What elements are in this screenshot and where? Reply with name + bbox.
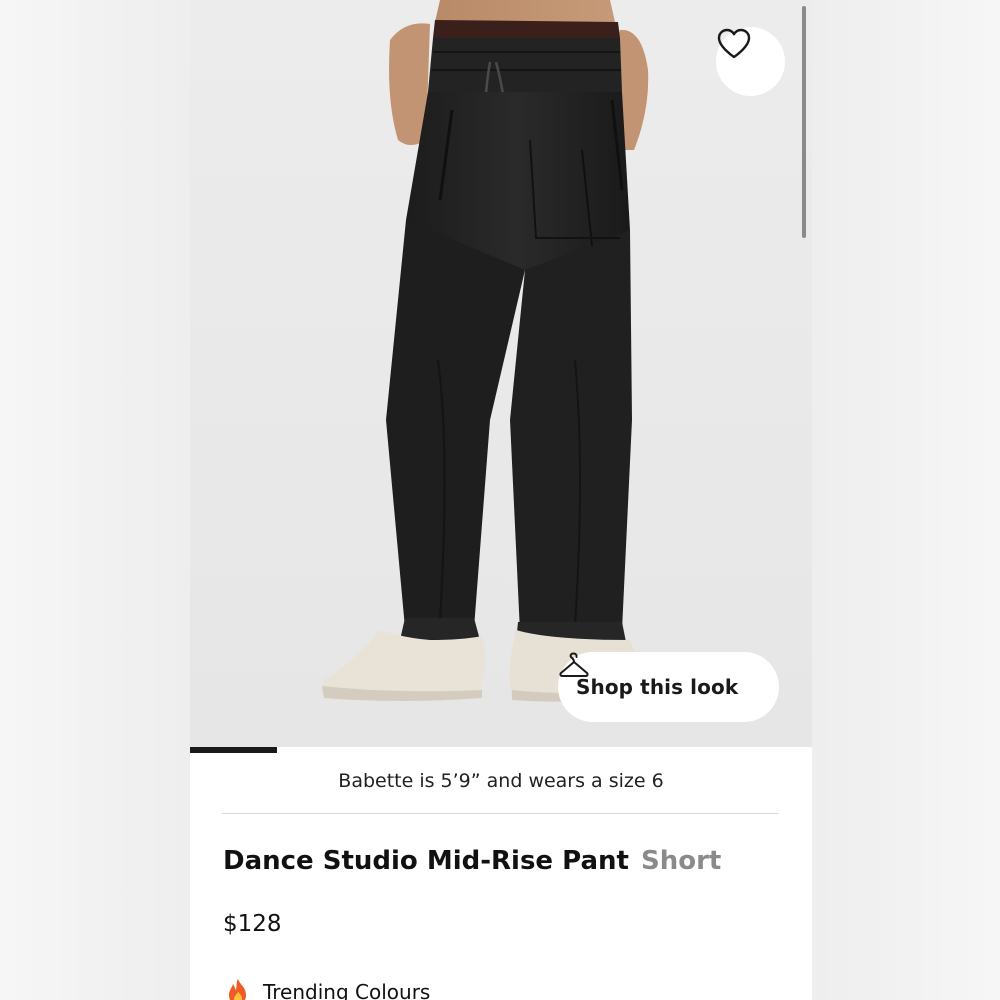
gallery-progress-indicator	[190, 747, 278, 753]
favorite-button[interactable]	[716, 27, 785, 96]
trending-colours-section: Trending Colours	[223, 977, 430, 1000]
product-photo	[322, 0, 649, 702]
gallery-progress-track	[190, 747, 812, 753]
divider	[222, 813, 779, 814]
product-length-variant: Short	[640, 846, 722, 876]
shop-this-look-button[interactable]: Shop this look	[558, 652, 779, 722]
flame-icon	[229, 979, 246, 1000]
heart-outline-icon	[717, 28, 751, 59]
product-image-carousel[interactable]: Shop this look	[190, 0, 812, 753]
product-price: $128	[223, 911, 282, 937]
product-page: Shop this look Babette is 5’9” and wears…	[190, 0, 812, 1000]
hanger-icon	[559, 652, 589, 677]
backdrop-right	[812, 0, 1000, 1000]
trending-colours-label: Trending Colours	[263, 980, 431, 1000]
product-name: Dance Studio Mid-Rise Pant	[223, 846, 629, 876]
backdrop-left	[0, 0, 190, 1000]
product-title: Dance Studio Mid-Rise Pant Short	[223, 846, 721, 876]
shop-this-look-label: Shop this look	[576, 675, 739, 699]
model-size-caption: Babette is 5’9” and wears a size 6	[338, 770, 664, 792]
scrollbar[interactable]	[802, 6, 806, 238]
